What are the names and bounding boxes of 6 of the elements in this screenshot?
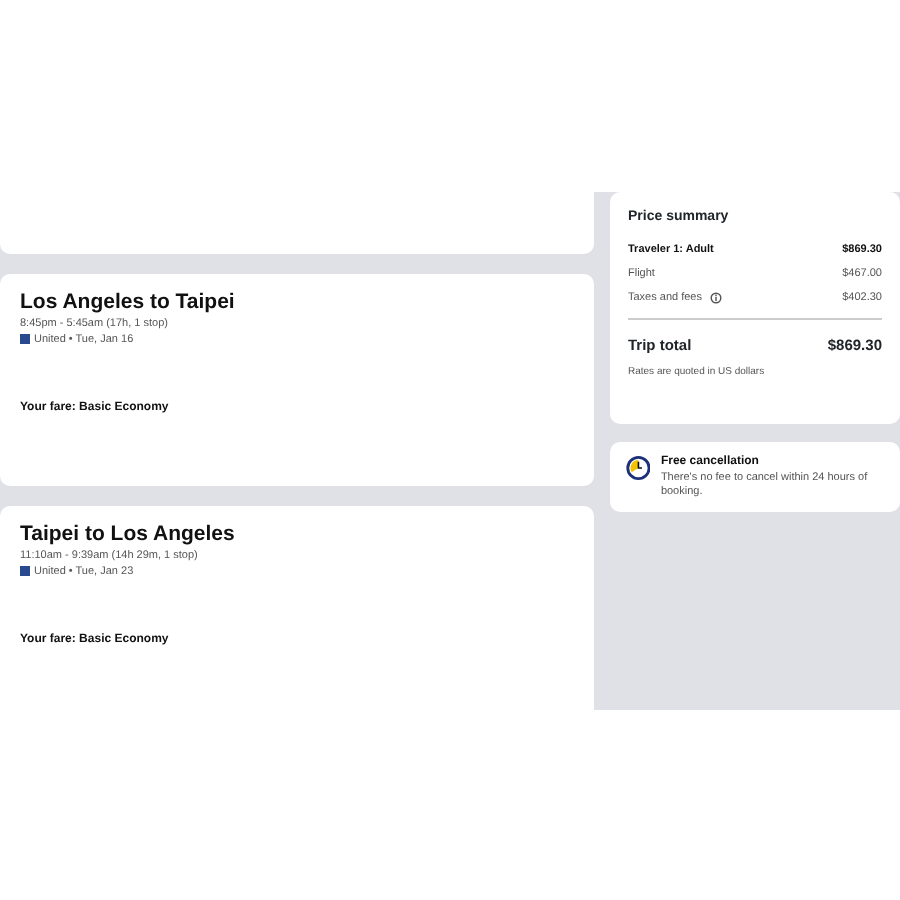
airline-icon — [20, 566, 30, 577]
clock-icon — [626, 454, 651, 482]
flight-title: Los Angeles to Taipei — [20, 290, 237, 316]
airline-icon — [20, 334, 30, 345]
info-icon[interactable] — [710, 292, 722, 305]
flight-title: Taipei to Los Angeles — [20, 522, 237, 548]
